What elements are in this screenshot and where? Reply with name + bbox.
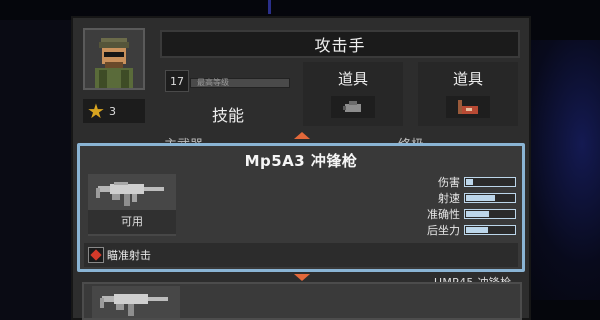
background-left [0, 20, 72, 320]
stat-row: 准确性 [406, 206, 516, 221]
stat-fill [466, 210, 489, 217]
weapon-skill[interactable]: 瞄准射击 [84, 243, 518, 267]
weapon-detail-card[interactable]: Mp5A3 冲锋枪 可用 伤害 射速 准确性 后坐力 瞄准射击 [77, 143, 525, 272]
stat-bar [464, 224, 516, 235]
scroll-down-arrow-icon[interactable] [294, 274, 310, 281]
stat-fill [466, 194, 495, 201]
stat-fill [466, 226, 488, 233]
stat-row: 伤害 [406, 174, 516, 189]
stat-bar [464, 176, 516, 187]
stat-name: 伤害 [438, 175, 460, 189]
stat-name: 后坐力 [427, 223, 460, 237]
background-line [268, 0, 271, 14]
star-rank: ★ 3 [83, 99, 145, 123]
xp-bar: 最高等级 [190, 78, 290, 88]
stat-bar [464, 208, 516, 219]
weapon-state: 可用 [88, 210, 176, 234]
smg-icon [96, 182, 164, 206]
stat-name: 射速 [438, 191, 460, 205]
stat-bar [464, 192, 516, 203]
weapon-title: Mp5A3 冲锋枪 [244, 152, 358, 170]
weapon-preview: 可用 [88, 174, 176, 236]
weapon-stats: 伤害 射速 准确性 后坐力 [406, 174, 516, 238]
grenade-icon [331, 96, 375, 118]
stat-row: 射速 [406, 190, 516, 205]
stat-fill [466, 178, 473, 185]
item-slot-label: 道具 [452, 70, 483, 88]
character-portrait[interactable] [83, 28, 145, 90]
level-badge: 17 [165, 70, 189, 92]
character-name: 攻击手 [160, 30, 520, 58]
weapon-skill-name: 瞄准射击 [107, 249, 151, 262]
smg-icon [100, 294, 168, 316]
scroll-up-arrow-icon[interactable] [294, 132, 310, 139]
next-weapon-card[interactable] [82, 282, 522, 320]
item-slot-1[interactable]: 道具 [303, 62, 403, 126]
skill-button[interactable]: 技能 [200, 102, 256, 126]
item-slot-label: 道具 [337, 70, 368, 88]
stat-name: 准确性 [427, 207, 460, 221]
medkit-icon [446, 96, 490, 118]
aim-shot-icon [88, 247, 104, 263]
item-slot-2[interactable]: 道具 [418, 62, 518, 126]
star-count: 3 [108, 104, 116, 118]
weapon-preview [92, 286, 180, 318]
star-icon: ★ [87, 99, 105, 123]
stat-row: 后坐力 [406, 222, 516, 237]
